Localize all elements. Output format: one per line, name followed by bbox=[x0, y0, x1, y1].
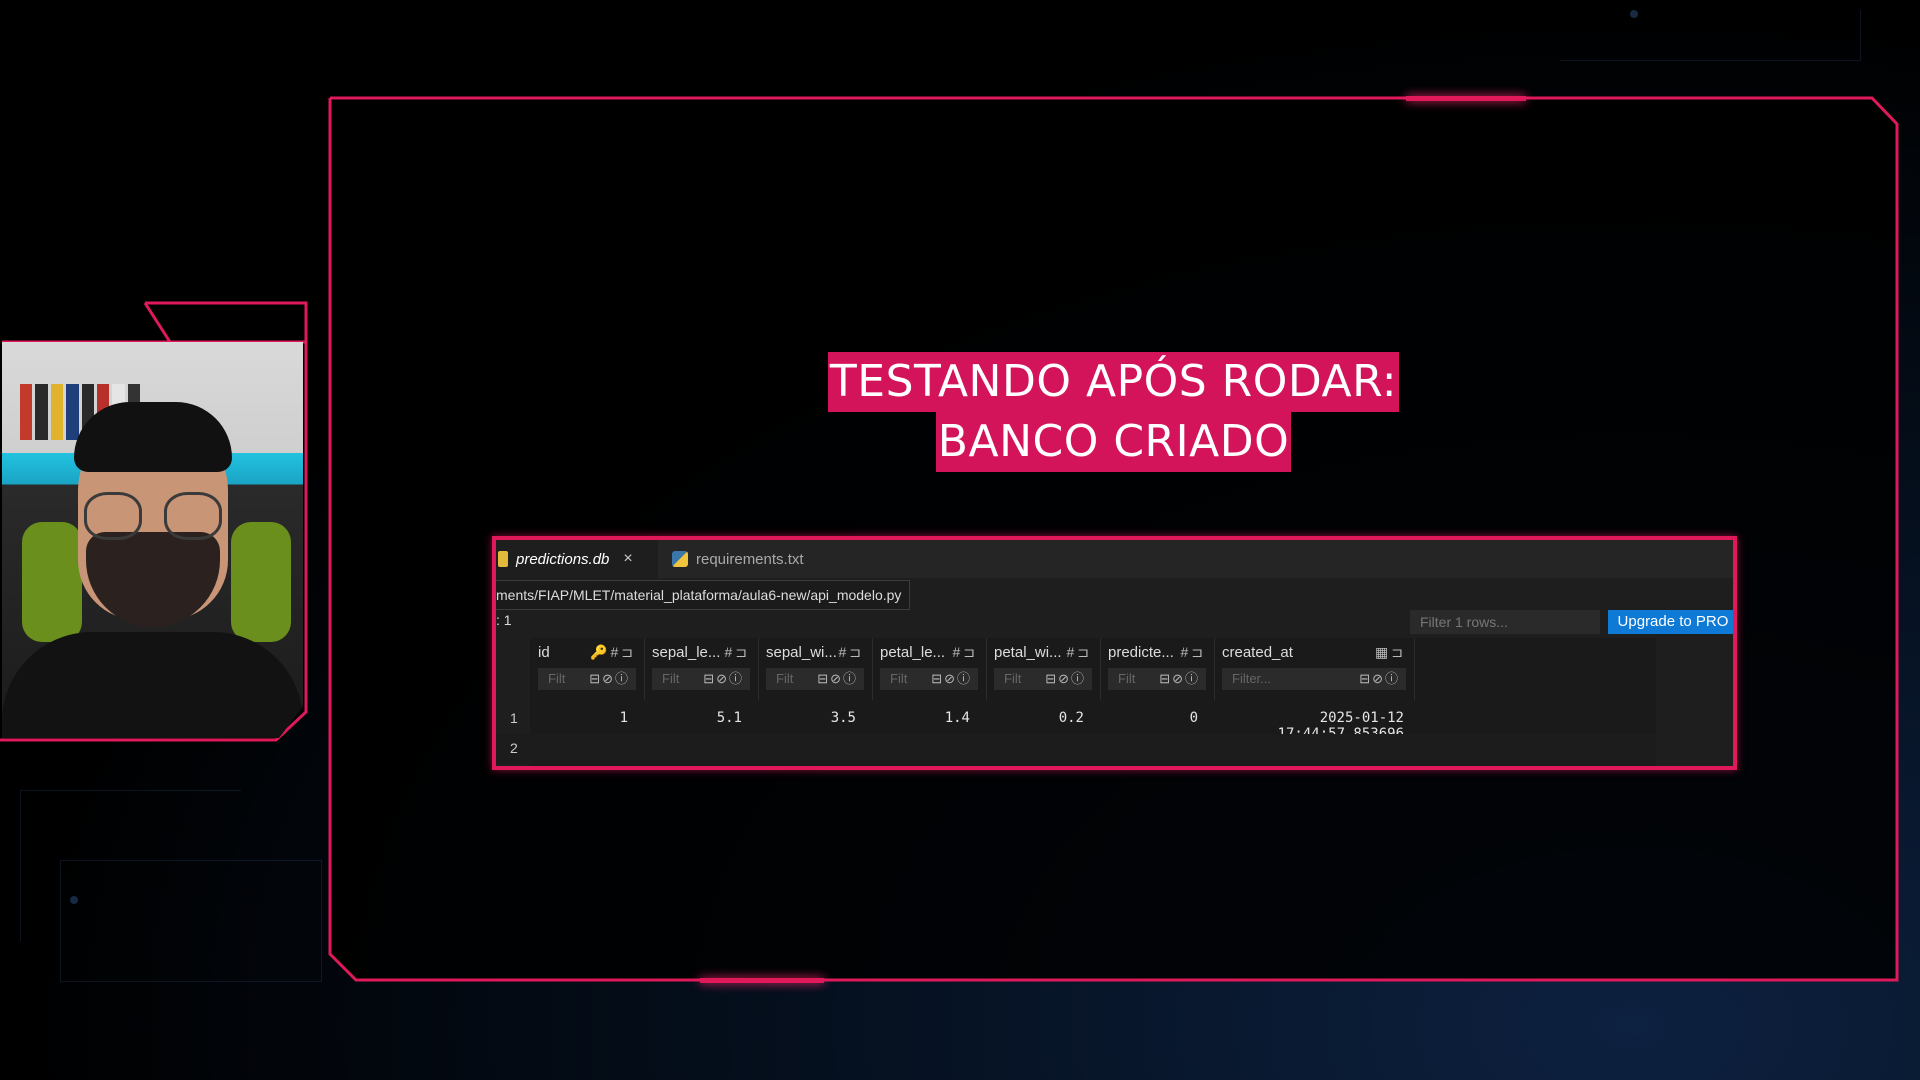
glasses bbox=[164, 492, 222, 540]
column-header-id[interactable]: id 🔑#⊐ Filt ⊟⊘ⓘ bbox=[530, 638, 645, 700]
column-filter-input[interactable]: Filt ⊟⊘ⓘ bbox=[652, 668, 750, 690]
presenter-shirt bbox=[2, 632, 303, 738]
column-icons[interactable]: #⊐ bbox=[1180, 644, 1206, 661]
filter-icons[interactable]: ⊟⊘ⓘ bbox=[1359, 668, 1400, 690]
column-filter-input[interactable]: Filt ⊟⊘ⓘ bbox=[766, 668, 864, 690]
column-header-predicted[interactable]: predicte... #⊐ Filt ⊟⊘ⓘ bbox=[1100, 638, 1215, 700]
column-header-sepal-width[interactable]: sepal_wi... #⊐ Filt ⊟⊘ⓘ bbox=[758, 638, 873, 700]
column-filter-input[interactable]: Filt ⊟⊘ⓘ bbox=[1108, 668, 1206, 690]
tab-requirements-txt[interactable]: requirements.txt bbox=[666, 540, 822, 578]
circuit-dot bbox=[1630, 10, 1638, 18]
database-icon bbox=[498, 551, 508, 567]
chair bbox=[22, 522, 82, 642]
chair bbox=[231, 522, 291, 642]
title-line-2: BANCO CRIADO bbox=[935, 412, 1292, 472]
title-line-1: TESTANDO APÓS RODAR: bbox=[827, 352, 1400, 412]
data-table: id 🔑#⊐ Filt ⊟⊘ⓘ sepal_le... #⊐ Filt ⊟⊘ⓘ se… bbox=[496, 638, 1656, 766]
column-name: petal_wi... bbox=[994, 644, 1062, 661]
column-header-petal-width[interactable]: petal_wi... #⊐ Filt ⊟⊘ⓘ bbox=[986, 638, 1101, 700]
column-icons[interactable]: #⊐ bbox=[1066, 644, 1092, 661]
column-icons[interactable]: ▦⊐ bbox=[1375, 644, 1406, 661]
column-icons[interactable]: 🔑#⊐ bbox=[590, 644, 636, 661]
cell-petal-length[interactable]: 1.4 bbox=[872, 710, 970, 726]
presenter-hair bbox=[74, 402, 232, 472]
column-header-petal-length[interactable]: petal_le... #⊐ Filt ⊟⊘ⓘ bbox=[872, 638, 987, 700]
circuit-dot bbox=[70, 896, 78, 904]
column-name: created_at bbox=[1222, 644, 1293, 661]
column-icons[interactable]: #⊐ bbox=[952, 644, 978, 661]
column-name: sepal_le... bbox=[652, 644, 721, 661]
rows-count-label: : 1 bbox=[496, 612, 512, 628]
column-icons[interactable]: #⊐ bbox=[724, 644, 750, 661]
column-icons[interactable]: #⊐ bbox=[838, 644, 864, 661]
circuit-line bbox=[60, 860, 322, 982]
filter-icons[interactable]: ⊟⊘ⓘ bbox=[589, 668, 630, 690]
slide-title: TESTANDO APÓS RODAR: BANCO CRIADO bbox=[328, 352, 1899, 472]
file-path-tooltip: ments/FIAP/MLET/material_plataforma/aula… bbox=[496, 580, 911, 610]
tab-predictions-db[interactable]: predictions.db × bbox=[496, 540, 658, 578]
column-header-sepal-length[interactable]: sepal_le... #⊐ Filt ⊟⊘ⓘ bbox=[644, 638, 759, 700]
column-name: predicte... bbox=[1108, 644, 1174, 661]
column-header-created-at[interactable]: created_at ▦⊐ Filter... ⊟⊘ⓘ bbox=[1214, 638, 1415, 700]
webcam-overlay bbox=[0, 300, 310, 744]
editor-tabbar: predictions.db × requirements.txt bbox=[496, 540, 1733, 578]
tab-label: requirements.txt bbox=[696, 550, 804, 568]
presenter-video bbox=[2, 342, 303, 738]
presenter-beard bbox=[86, 532, 220, 627]
filter-icons[interactable]: ⊟⊘ⓘ bbox=[817, 668, 858, 690]
glasses bbox=[84, 492, 142, 540]
cell-id[interactable]: 1 bbox=[530, 710, 628, 726]
table-row[interactable]: 2 bbox=[496, 734, 1656, 764]
cell-sepal-width[interactable]: 3.5 bbox=[758, 710, 856, 726]
upgrade-button[interactable]: Upgrade to PRO bbox=[1608, 610, 1733, 634]
filter-icons[interactable]: ⊟⊘ⓘ bbox=[703, 668, 744, 690]
row-number: 2 bbox=[510, 740, 518, 756]
filter-icons[interactable]: ⊟⊘ⓘ bbox=[931, 668, 972, 690]
frame-glow-bottom bbox=[700, 978, 824, 983]
cell-petal-width[interactable]: 0.2 bbox=[986, 710, 1084, 726]
column-filter-input[interactable]: Filt ⊟⊘ⓘ bbox=[994, 668, 1092, 690]
filter-rows-input[interactable]: Filter 1 rows... bbox=[1410, 610, 1600, 634]
column-filter-input[interactable]: Filter... ⊟⊘ⓘ bbox=[1222, 668, 1406, 690]
database-viewer: predictions.db × requirements.txt ments/… bbox=[492, 536, 1737, 770]
filter-icons[interactable]: ⊟⊘ⓘ bbox=[1045, 668, 1086, 690]
cell-sepal-length[interactable]: 5.1 bbox=[644, 710, 742, 726]
circuit-line bbox=[1560, 10, 1861, 61]
column-filter-input[interactable]: Filt ⊟⊘ⓘ bbox=[538, 668, 636, 690]
column-name: id bbox=[538, 644, 550, 661]
column-filter-input[interactable]: Filt ⊟⊘ⓘ bbox=[880, 668, 978, 690]
tab-label: predictions.db bbox=[516, 550, 610, 568]
close-icon[interactable]: × bbox=[623, 550, 632, 568]
python-file-icon bbox=[672, 551, 688, 567]
table-row[interactable]: 1 1 5.1 3.5 1.4 0.2 0 2025-01-12 17:44:5… bbox=[496, 704, 1656, 742]
column-name: sepal_wi... bbox=[766, 644, 837, 661]
filter-icons[interactable]: ⊟⊘ⓘ bbox=[1159, 668, 1200, 690]
row-number: 1 bbox=[510, 710, 518, 726]
cell-predicted[interactable]: 0 bbox=[1100, 710, 1198, 726]
frame-glow-top bbox=[1406, 96, 1526, 101]
column-name: petal_le... bbox=[880, 644, 946, 661]
